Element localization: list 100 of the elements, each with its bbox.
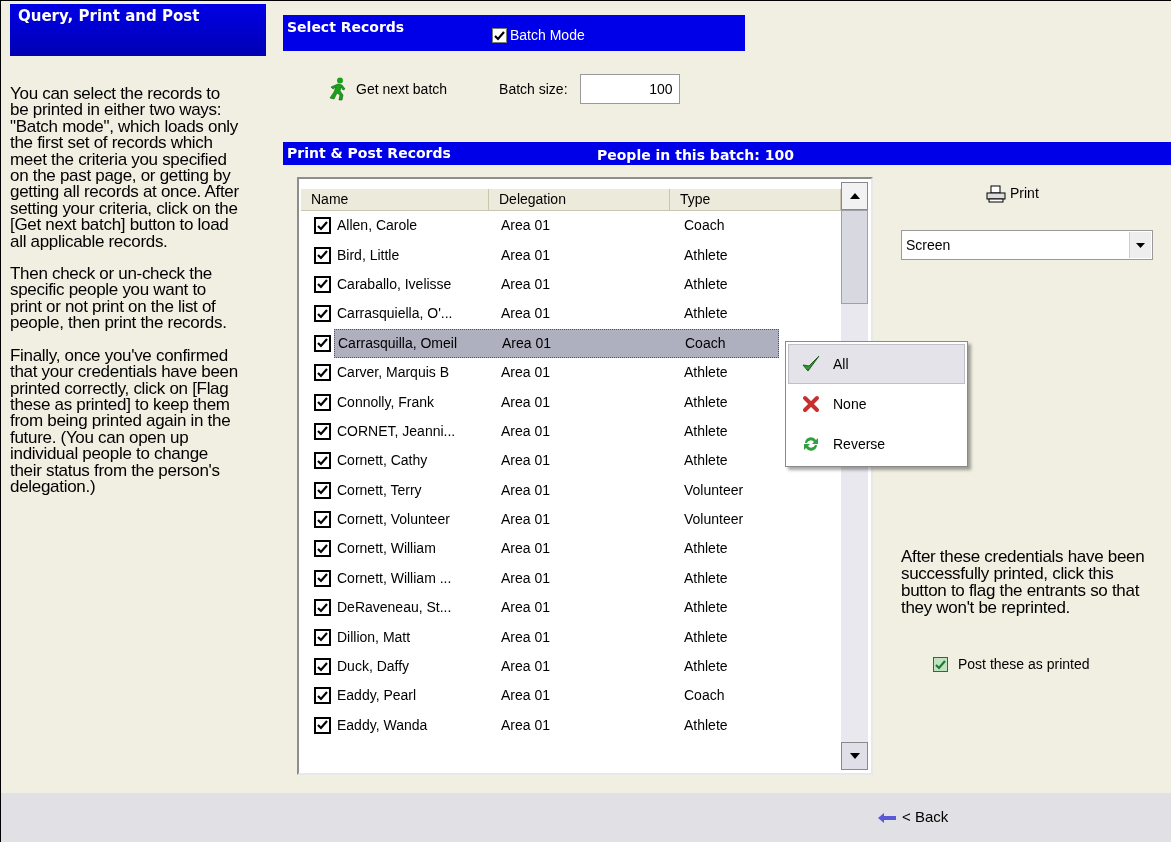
row-checkbox[interactable] [314,658,331,676]
table-cell-text: Eaddy, Wanda [336,715,429,735]
table-cell-text: Athlete [683,451,728,471]
table-row[interactable]: Connolly, Frank Area 01 Athlete [301,387,779,417]
scroll-thumb[interactable] [841,210,868,304]
row-checkbox[interactable] [314,511,331,529]
table-cell-text: Area 01 [500,480,552,500]
print-button[interactable]: Print [986,183,1039,204]
table-row[interactable]: DeRaveneau, St... Area 01 Athlete [301,593,779,623]
table-cell-text: Area 01 [500,304,552,324]
row-checkbox[interactable] [314,540,331,558]
refresh-icon [802,435,820,453]
help-paragraph: Finally, once you've confirmed that your credentials have been printed correctly, click on [Flag these as printed] to keep them from being printed again in the future. (You can open up individual people to change their status from the person's delegation.) [10,347,239,496]
menu-item[interactable]: None [788,384,965,424]
menu-item[interactable]: All [788,344,965,384]
scroll-down-button[interactable] [841,742,868,770]
table-cell-text: Cornett, William [336,539,437,559]
batch-count: People in this batch: 100 [597,146,794,165]
table-cell-text: Athlete [683,245,728,265]
row-checkbox[interactable] [314,452,331,470]
table-cell-text: Duck, Daffy [336,657,411,677]
table-cell-text: Caraballo, Ivelisse [336,274,453,294]
table-cell-text: Athlete [683,274,728,294]
row-checkbox[interactable] [314,217,331,235]
row-checkbox[interactable] [314,716,331,734]
table-row[interactable]: Carrasquiella, O'... Area 01 Athlete [301,299,779,329]
table-cell-text: CORNET, Jeanni... [336,421,457,441]
row-checkbox[interactable] [314,599,331,617]
table-cell-text: Athlete [683,715,728,735]
table-cell-text: Coach [684,333,726,353]
post-checkbox[interactable] [933,657,948,672]
table-row[interactable]: Bird, Little Area 01 Athlete [301,240,779,270]
sidebar-header: Query, Print and Post [10,4,266,56]
menu-item[interactable]: Reverse [788,424,965,464]
row-checkbox[interactable] [314,305,331,323]
scroll-up-button[interactable] [841,182,868,210]
down-caret-icon [849,753,860,759]
table-cell-text: Carver, Marquis B [336,363,451,383]
table-row[interactable]: CORNET, Jeanni... Area 01 Athlete [301,416,779,447]
table-cell-text: Area 01 [501,333,553,353]
table-cell-text: Carrasquiella, O'... [336,304,454,324]
table-cell-text: Coach [683,686,725,706]
row-checkbox[interactable] [314,481,331,499]
row-checkbox[interactable] [314,364,331,382]
table-cell-text: Dillion, Matt [336,627,412,647]
table-row[interactable]: Cornett, Volunteer Area 01 Volunteer [301,504,779,535]
help-paragraph: You can select the records to be printed in either two ways: "Batch mode", which loads only the first set of records which meet the criteria you specified on the past page, or getting by getting all records at once. After setting your criteria, click on the [Get next batch] button to load all applicable records. [10,86,240,251]
table-row[interactable]: Eaddy, Pearl Area 01 Coach [301,681,779,711]
table-cell-text: Athlete [683,539,728,559]
table-row[interactable]: Cornett, William ... Area 01 Athlete [301,563,779,594]
row-checkbox[interactable] [314,422,331,440]
check-icon [801,354,821,374]
field-label: Batch size: [499,79,568,99]
table-cell-text: Cornett, Cathy [336,451,429,471]
down-caret-icon [1136,242,1145,248]
section-title: Select Records [287,18,406,37]
post-note: After these credentials have been successfully printed, click this button to flag the entrants so that they won't be reprinted. [901,548,1146,616]
batch-size-field[interactable]: 100 [579,74,680,104]
table-cell-text: Area 01 [500,657,552,677]
get-next-batch-button[interactable]: Get next batch [328,77,448,101]
table-cell-text: Coach [683,216,725,236]
table-cell-text: Area 01 [500,363,552,383]
table-cell-text: Eaddy, Pearl [336,686,418,706]
row-checkbox[interactable] [314,393,331,411]
column-header[interactable]: Name [301,189,489,210]
table-cell-text: Area 01 [500,392,552,412]
table-cell-text: Athlete [683,598,728,618]
row-checkbox[interactable] [314,246,331,264]
table-row[interactable]: Allen, Carole Area 01 Coach [301,211,779,241]
row-checkbox[interactable] [314,628,331,646]
table-cell-text: Area 01 [500,421,552,441]
left-arrow-icon [878,812,896,823]
destination-dropdown[interactable]: Screen [901,230,1153,260]
row-checkbox[interactable] [314,334,331,352]
table-cell-text: Area 01 [500,686,552,706]
help-paragraph: Then check or un-check the specific people you want to print or not print on the list of people, then print the records. [10,266,228,332]
row-checkbox[interactable] [314,569,331,587]
table-cell-text: Athlete [683,568,728,588]
table-row[interactable]: Cornett, William Area 01 Athlete [301,534,779,564]
table-cell-text: Area 01 [500,598,552,618]
table-row[interactable]: Caraballo, Ivelisse Area 01 Athlete [301,269,779,300]
row-checkbox[interactable] [314,275,331,293]
table-cell-text: Cornett, Terry [336,480,423,500]
table-row[interactable]: Cornett, Terry Area 01 Volunteer [301,475,779,505]
table-cell-text: DeRaveneau, St... [336,598,453,618]
table-row[interactable]: Duck, Daffy Area 01 Athlete [301,651,779,682]
checkbox-label: Post these as printed [958,655,1090,674]
batch-mode-checkbox[interactable] [492,28,507,43]
table-cell-text: Carrasquilla, Omeil [337,333,459,353]
table-row[interactable]: Cornett, Cathy Area 01 Athlete [301,446,779,476]
row-checkbox[interactable] [314,687,331,705]
back-button[interactable]: < Back [878,806,949,829]
table-row[interactable]: Carver, Marquis B Area 01 Athlete [301,357,779,388]
table-cell-text: Volunteer [683,480,744,500]
table-cell-text: Area 01 [500,245,552,265]
running-figure-icon [328,77,348,101]
table-row[interactable]: Dillion, Matt Area 01 Athlete [301,622,779,652]
table-row[interactable]: Eaddy, Wanda Area 01 Athlete [301,710,779,741]
column-header[interactable]: Delegation [489,189,670,210]
table-cell-text: Area 01 [500,627,552,647]
